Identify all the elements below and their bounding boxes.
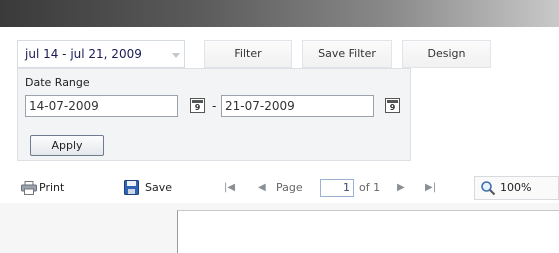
date-range-value: jul 14 - jul 21, 2009: [25, 47, 142, 61]
zoom-level: 100%: [500, 181, 532, 194]
calendar-icon[interactable]: 9: [385, 98, 400, 113]
zoom-button[interactable]: 100%: [474, 176, 559, 200]
printer-icon: [21, 181, 37, 195]
date-range-heading: Date Range: [25, 76, 90, 89]
print-label: Print: [39, 181, 65, 194]
page-count-label: of 1: [359, 181, 381, 194]
first-page-icon[interactable]: |◀: [224, 176, 235, 200]
page-label: Page: [276, 181, 303, 194]
calendar-icon[interactable]: 9: [190, 98, 205, 113]
previous-page-icon[interactable]: ◀: [258, 176, 266, 200]
floppy-disk-icon: [124, 180, 139, 195]
design-button[interactable]: Design: [402, 40, 491, 68]
next-page-icon[interactable]: ▶: [397, 176, 405, 200]
page-number-input[interactable]: 1: [320, 179, 354, 197]
chevron-down-icon[interactable]: [172, 53, 180, 58]
print-button[interactable]: Print: [19, 176, 89, 200]
start-date-field[interactable]: 14-07-2009: [25, 95, 178, 117]
date-separator: -: [212, 99, 217, 113]
filter-button[interactable]: Filter: [204, 40, 292, 68]
window-title-bar: [0, 0, 559, 27]
report-page: [177, 210, 559, 253]
save-label: Save: [145, 181, 173, 194]
save-button[interactable]: Save: [124, 176, 194, 200]
apply-button[interactable]: Apply: [30, 135, 104, 156]
end-date-field[interactable]: 21-07-2009: [221, 95, 374, 117]
date-range-dropdown[interactable]: jul 14 - jul 21, 2009: [17, 40, 185, 68]
last-page-icon[interactable]: ▶|: [425, 176, 436, 200]
magnifier-icon: [481, 181, 496, 196]
save-filter-button[interactable]: Save Filter: [302, 40, 392, 68]
